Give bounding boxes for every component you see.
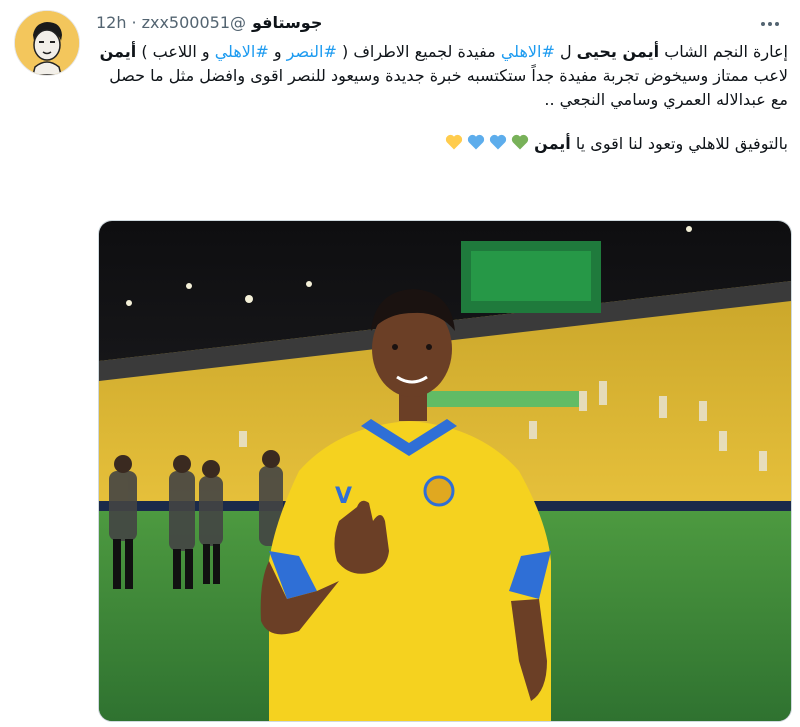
author-handle[interactable]: @zxx500051 — [142, 12, 246, 34]
bold-name: أيمن — [534, 134, 571, 153]
avatar[interactable] — [14, 10, 80, 76]
header-separator: · — [131, 13, 137, 32]
jersey-number: V — [335, 484, 352, 509]
tweet-paragraph-2: بالتوفيق للاهلي وتعود لنا اقوى يا أيمن — [96, 132, 788, 156]
green-heart-icon — [512, 134, 529, 150]
text-segment: إعارة النجم الشاب — [659, 42, 788, 61]
hashtag-link[interactable]: #الاهلي — [501, 42, 555, 61]
more-options-icon[interactable] — [758, 14, 782, 34]
text-segment: ل — [554, 42, 577, 61]
bold-name: أيمن — [99, 42, 137, 61]
tweet-header: جوستافو @zxx500051 · 12h — [96, 12, 720, 34]
timestamp[interactable]: 12h — [96, 12, 127, 34]
text-segment: و — [268, 42, 287, 61]
text-segment: مفيدة لجميع الاطراف ( — [336, 42, 501, 61]
hashtag-link[interactable]: #النصر — [287, 42, 337, 61]
blue-heart-icon — [468, 134, 485, 150]
bold-name: أيمن يحيى — [576, 42, 660, 61]
hashtag-link[interactable]: #الاهلي — [215, 42, 269, 61]
tweet-photo[interactable]: V — [98, 220, 792, 722]
tweet-paragraph-1: إعارة النجم الشاب أيمن يحيى ل #الاهلي مف… — [96, 40, 788, 112]
text-segment: بالتوفيق للاهلي وتعود لنا اقوى يا — [570, 134, 788, 153]
hearts-emoji-group — [444, 132, 530, 152]
text-segment: لاعب ممتاز وسيخوض تجربة مفيدة جداً ستكتس… — [109, 66, 788, 109]
football-player-photo: V — [99, 221, 791, 721]
text-segment: و اللاعب ) — [136, 42, 215, 61]
yellow-heart-icon — [446, 134, 463, 150]
tweet-text: إعارة النجم الشاب أيمن يحيى ل #الاهلي مف… — [96, 40, 788, 156]
avatar-image — [15, 11, 79, 75]
author-name[interactable]: جوستافو — [252, 12, 322, 34]
blue-heart-icon — [490, 134, 507, 150]
